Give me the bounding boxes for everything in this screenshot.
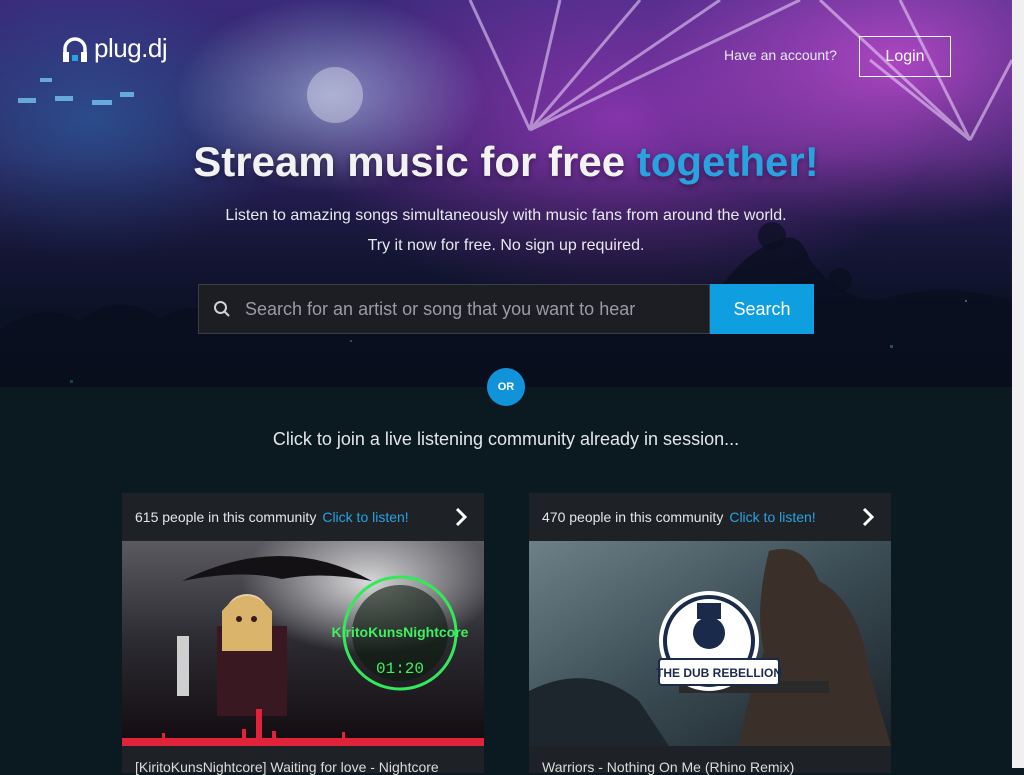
artwork-logo-text: KiritoKunsNightcore — [332, 624, 469, 640]
click-to-listen-link[interactable]: Click to listen! — [322, 509, 408, 525]
page-headline: Stream music for free together! — [0, 138, 1012, 186]
headphones-icon — [63, 36, 87, 62]
brand-name: plug.dj — [94, 33, 168, 63]
search-icon — [214, 301, 230, 317]
hero-banner: plug.dj Have an account? Login Stream mu… — [0, 0, 1012, 387]
login-button[interactable]: Login — [859, 36, 951, 77]
click-to-listen-link[interactable]: Click to listen! — [729, 509, 815, 525]
or-divider-badge: OR — [487, 368, 525, 406]
hero-subline-2: Try it now for free. No sign up required… — [367, 237, 645, 254]
community-artwork[interactable]: KiritoKunsNightcore 01:20 — [122, 541, 484, 746]
search-bar: Search — [198, 284, 814, 334]
artwork-timer-text: 01:20 — [376, 660, 424, 678]
community-listener-count: 470 people in this community — [542, 509, 724, 525]
chevron-right-icon[interactable] — [454, 507, 468, 527]
community-card-header[interactable]: 470 people in this community Click to li… — [529, 493, 891, 541]
headline-accent: together! — [636, 138, 819, 185]
account-prompt: Have an account? — [724, 47, 837, 63]
community-listener-count: 615 people in this community — [135, 509, 317, 525]
artwork-logo-text: THE DUB REBELLION — [656, 666, 782, 680]
community-card-header[interactable]: 615 people in this community Click to li… — [122, 493, 484, 541]
search-field[interactable] — [198, 284, 710, 334]
community-card[interactable]: 470 people in this community Click to li… — [529, 493, 891, 775]
community-artwork[interactable]: THE DUB REBELLION — [529, 541, 891, 746]
hero-subline-1: Listen to amazing songs simultaneously w… — [225, 207, 787, 224]
search-input[interactable] — [243, 297, 683, 321]
community-current-track: Warriors - Nothing On Me (Rhino Remix) — [542, 759, 795, 775]
community-card[interactable]: 615 people in this community Click to li… — [122, 493, 484, 775]
community-current-track: [KiritoKunsNightcore] Waiting for love -… — [135, 759, 439, 775]
headline-main: Stream music for free — [193, 138, 626, 185]
plug-dj-logo[interactable]: plug.dj — [62, 33, 168, 64]
search-button[interactable]: Search — [710, 284, 814, 334]
chevron-right-icon[interactable] — [861, 507, 875, 527]
page-scrollbar[interactable] — [1012, 0, 1024, 768]
communities-intro: Click to join a live listening community… — [272, 429, 740, 449]
